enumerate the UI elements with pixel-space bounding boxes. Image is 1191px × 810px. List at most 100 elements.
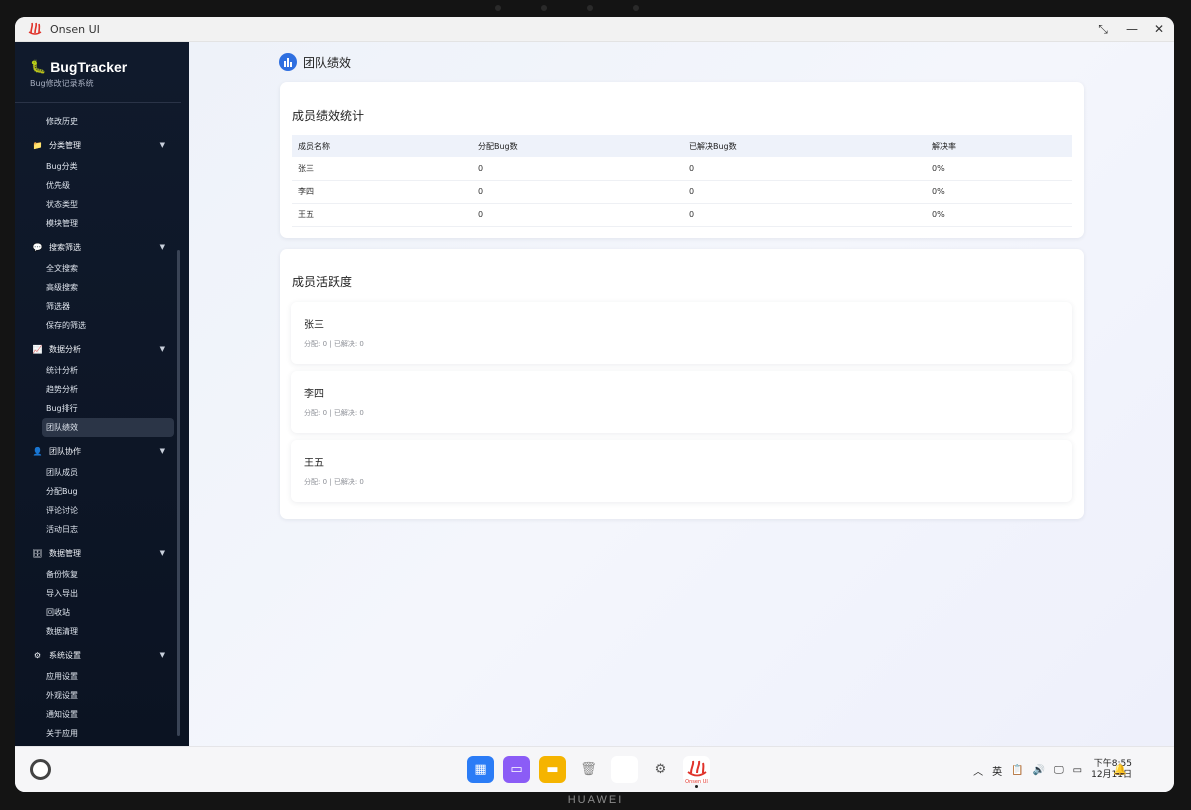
sidebar: 🐛 BugTracker Bug修改记录系统 修改历史 📁 分类管理 ▼ Bug… — [15, 42, 189, 746]
sidebar-item[interactable]: 统计分析 — [15, 361, 175, 380]
display-icon[interactable]: 🖵 — [1054, 765, 1064, 776]
sidebar-item[interactable]: Bug分类 — [15, 157, 175, 176]
minimize-icon[interactable]: — — [1126, 17, 1138, 42]
table-cell: 0 — [683, 203, 926, 227]
notification-bell-icon[interactable]: 🔔 — [1113, 763, 1127, 776]
sidebar-item[interactable]: 团队成员 — [15, 463, 175, 482]
sidebar-item[interactable]: 模块管理 — [15, 214, 175, 233]
page-header: 团队绩效 — [279, 53, 351, 71]
sidebar-group-analysis[interactable]: 📈 数据分析 ▼ — [15, 337, 181, 361]
table-cell: 李四 — [292, 180, 472, 204]
table-header-row: 成员名称 分配Bug数 已解决Bug数 解决率 — [292, 135, 1072, 157]
app-grid-icon[interactable]: ▦ — [467, 756, 494, 783]
member-activity-item[interactable]: 李四 分配: 0 | 已解决: 0 — [291, 371, 1072, 433]
main-content: 团队绩效 成员绩效统计 成员名称 分配Bug数 已解决Bug数 解决率 张三 0… — [189, 42, 1174, 746]
sidebar-item[interactable]: 全文搜索 — [15, 259, 175, 278]
chevron-down-icon: ▼ — [159, 447, 165, 455]
sidebar-nav: 修改历史 📁 分类管理 ▼ Bug分类 优先级 状态类型 模块管理 💬 搜索筛选… — [15, 112, 181, 743]
chevron-down-icon: ▼ — [159, 243, 165, 251]
sidebar-item-team-performance[interactable]: 团队绩效 — [42, 418, 174, 437]
camera-dots — [495, 5, 639, 11]
ime-indicator[interactable]: 英 — [992, 763, 1002, 778]
battery-icon[interactable]: ▭ — [1073, 765, 1082, 776]
sidebar-item[interactable]: Bug排行 — [15, 399, 175, 418]
member-name: 张三 — [304, 320, 324, 331]
running-indicator — [695, 785, 698, 788]
stats-card: 成员绩效统计 成员名称 分配Bug数 已解决Bug数 解决率 张三 0 0 0%… — [280, 82, 1084, 238]
column-header: 分配Bug数 — [472, 135, 683, 157]
sidebar-item[interactable]: 通知设置 — [15, 705, 175, 724]
close-icon[interactable]: ✕ — [1154, 17, 1164, 42]
chevron-up-icon[interactable]: ︿ — [973, 763, 983, 778]
sidebar-item[interactable]: 优先级 — [15, 176, 175, 195]
database-icon: 🗄 — [32, 548, 43, 558]
activity-card-title: 成员活跃度 — [292, 275, 353, 289]
page-title: 团队绩效 — [303, 55, 352, 70]
system-tray: ︿ 英 📋 🔊 🖵 ▭ 下午8:55 12月11日 — [973, 759, 1132, 781]
member-name: 李四 — [304, 389, 324, 400]
onsen-app-icon[interactable]: Onsen UI — [683, 756, 710, 788]
sidebar-item[interactable]: 回收站 — [15, 603, 175, 622]
table-cell: 0% — [926, 157, 1072, 181]
window-title: Onsen UI — [50, 22, 100, 36]
dock: ▦ ▭ ▬ 🗑 ✿ ⚙ Onsen UI — [467, 756, 710, 788]
sidebar-item[interactable]: 保存的筛选 — [15, 316, 175, 335]
volume-icon[interactable]: 🔊 — [1033, 765, 1045, 776]
column-header: 解决率 — [926, 135, 1072, 157]
app-name: BugTracker — [50, 59, 128, 75]
sidebar-item[interactable]: 应用设置 — [15, 667, 175, 686]
table-row: 张三 0 0 0% — [292, 157, 1072, 181]
onsen-logo-icon — [28, 22, 42, 36]
bug-icon: 🐛 — [30, 59, 47, 75]
sidebar-group-team[interactable]: 👤 团队协作 ▼ — [15, 439, 181, 463]
sidebar-item[interactable]: 数据清理 — [15, 622, 175, 641]
table-cell: 0 — [472, 180, 683, 204]
member-activity-item[interactable]: 张三 分配: 0 | 已解决: 0 — [291, 302, 1072, 364]
window-switch-icon[interactable]: ▭ — [503, 756, 530, 783]
chart-icon: 📈 — [32, 344, 43, 354]
sidebar-item-history[interactable]: 修改历史 — [15, 112, 175, 131]
member-stats: 分配: 0 | 已解决: 0 — [304, 409, 364, 417]
settings-icon[interactable]: ⚙ — [647, 756, 674, 783]
sidebar-item[interactable]: 关于应用 — [15, 724, 175, 743]
member-stats: 分配: 0 | 已解决: 0 — [304, 478, 364, 486]
sidebar-group-data[interactable]: 🗄 数据管理 ▼ — [15, 541, 181, 565]
app-subtitle: Bug修改记录系统 — [30, 79, 94, 88]
table-cell: 0 — [683, 157, 926, 181]
sidebar-item[interactable]: 评论讨论 — [15, 501, 175, 520]
clipboard-icon[interactable]: 📋 — [1011, 765, 1023, 776]
activity-card: 成员活跃度 张三 分配: 0 | 已解决: 0 李四 分配: 0 | 已解决: … — [280, 249, 1084, 519]
sidebar-group-search[interactable]: 💬 搜索筛选 ▼ — [15, 235, 181, 259]
files-icon[interactable]: ▬ — [539, 756, 566, 783]
stats-card-title: 成员绩效统计 — [292, 109, 365, 123]
gallery-icon[interactable]: ✿ — [611, 756, 638, 783]
people-icon: 👤 — [32, 446, 43, 456]
screen: Onsen UI ⤡ — ✕ 🐛 BugTracker Bug修改记录系统 修改… — [15, 17, 1174, 792]
shrink-icon[interactable]: ⤡ — [1098, 17, 1108, 42]
column-header: 已解决Bug数 — [683, 135, 926, 157]
member-activity-item[interactable]: 王五 分配: 0 | 已解决: 0 — [291, 440, 1072, 502]
member-stats: 分配: 0 | 已解决: 0 — [304, 340, 364, 348]
sidebar-item[interactable]: 高级搜索 — [15, 278, 175, 297]
gear-icon: ⚙ — [33, 650, 42, 660]
table-cell: 张三 — [292, 157, 472, 181]
sidebar-item[interactable]: 筛选器 — [15, 297, 175, 316]
sidebar-item[interactable]: 备份恢复 — [15, 565, 175, 584]
sidebar-group-settings[interactable]: ⚙ 系统设置 ▼ — [15, 643, 181, 667]
sidebar-item[interactable]: 外观设置 — [15, 686, 175, 705]
brand: 🐛 BugTracker Bug修改记录系统 — [15, 42, 181, 103]
trash-icon[interactable]: 🗑 — [575, 756, 602, 783]
sidebar-item[interactable]: 状态类型 — [15, 195, 175, 214]
sidebar-scrollbar[interactable] — [177, 250, 180, 736]
sidebar-item[interactable]: 趋势分析 — [15, 380, 175, 399]
sidebar-item[interactable]: 活动日志 — [15, 520, 175, 539]
chevron-down-icon: ▼ — [159, 345, 165, 353]
chevron-down-icon: ▼ — [159, 549, 165, 557]
folder-icon: 📁 — [32, 140, 43, 150]
start-button[interactable] — [30, 759, 51, 780]
sidebar-item[interactable]: 分配Bug — [15, 482, 175, 501]
table-cell: 0 — [472, 157, 683, 181]
sidebar-item[interactable]: 导入导出 — [15, 584, 175, 603]
sidebar-group-category[interactable]: 📁 分类管理 ▼ — [15, 133, 181, 157]
table-cell: 0 — [683, 180, 926, 204]
